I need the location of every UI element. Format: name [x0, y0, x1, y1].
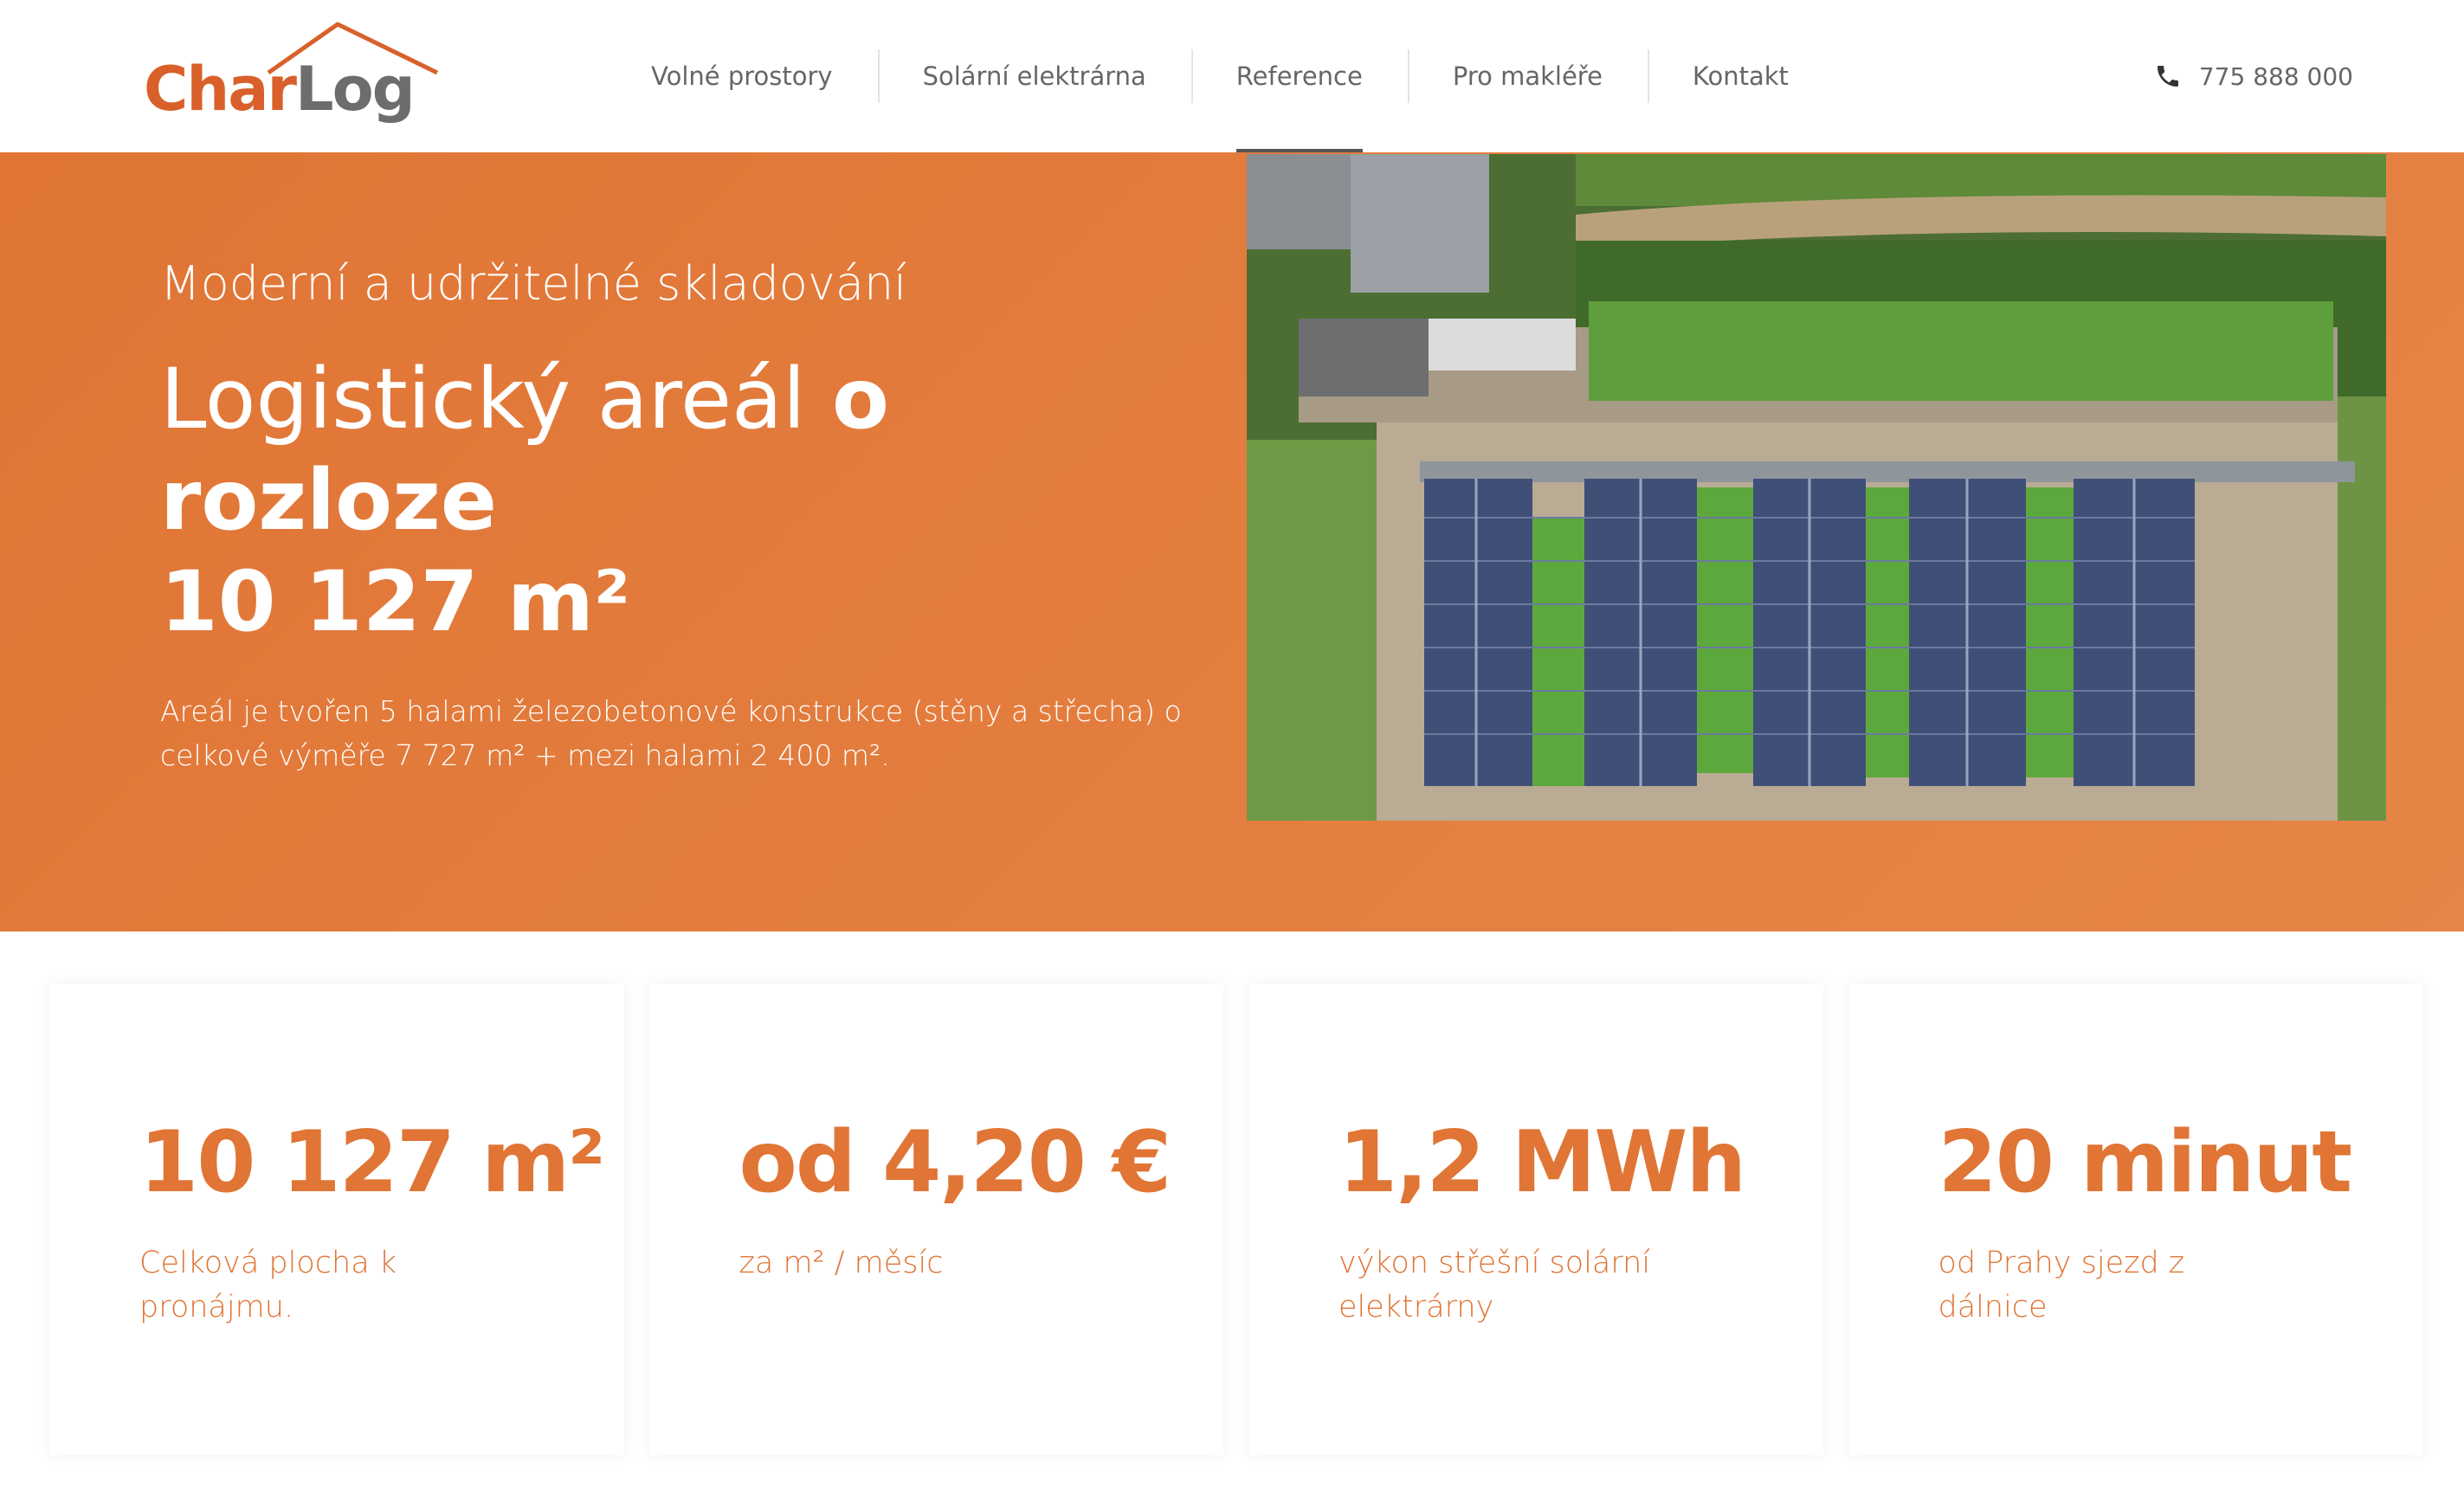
- main-nav: Volné prostory Solární elektrárna Refere…: [606, 0, 1834, 152]
- hero-title-area: 10 127 m²: [160, 553, 630, 651]
- hero-title-regular: Logistický areál: [160, 350, 833, 448]
- logo-wordmark: CharLog: [144, 59, 416, 119]
- stats-section: 10 127 m² Celková plocha k pronájmu. od …: [50, 983, 2422, 1455]
- logo-log: Log: [294, 54, 416, 125]
- charlog-logo[interactable]: CharLog: [139, 19, 442, 140]
- stat-label: od Prahy sjezd z dálnice: [1938, 1246, 2185, 1325]
- stat-label: za m² / měsíc: [739, 1246, 944, 1280]
- logo-char: Char: [144, 54, 297, 125]
- stat-label: Celková plocha k pronájmu.: [139, 1246, 397, 1325]
- aerial-photo-solar-halls: [1247, 154, 2386, 821]
- phone-link[interactable]: 775 888 000: [2154, 0, 2353, 152]
- phone-icon: [2157, 66, 2178, 87]
- hero-kicker: Moderní a udržitelné skladování: [160, 256, 907, 311]
- stat-value: 20 minut: [1938, 1113, 2353, 1212]
- hero-section: Moderní a udržitelné skladování Logistic…: [0, 152, 2464, 931]
- stat-value: 10 127 m²: [139, 1113, 605, 1212]
- nav-reference[interactable]: Reference: [1190, 0, 1408, 152]
- stat-label: výkon střešní solární elektrárny: [1338, 1246, 1651, 1325]
- hero-text: Moderní a udržitelné skladování Logistic…: [160, 256, 1216, 777]
- stat-value: od 4,20 €: [739, 1113, 1172, 1212]
- hero-title: Logistický areál o rozloze 10 127 m²: [160, 349, 1216, 653]
- stat-card-price: od 4,20 € za m² / měsíc: [649, 983, 1223, 1455]
- stat-value: 1,2 MWh: [1338, 1113, 1746, 1212]
- nav-pro-maklere[interactable]: Pro makléře: [1407, 0, 1648, 152]
- stat-card-distance: 20 minut od Prahy sjezd z dálnice: [1848, 983, 2422, 1455]
- hero-description: Areál je tvořen 5 halami železobetonové …: [160, 694, 1182, 773]
- nav-solarni-elektrarna[interactable]: Solární elektrárna: [877, 0, 1191, 152]
- nav-volne-prostory[interactable]: Volné prostory: [606, 0, 878, 152]
- aerial-photo-illustration: [1247, 154, 2386, 821]
- nav-kontakt[interactable]: Kontakt: [1647, 0, 1834, 152]
- site-header: CharLog Volné prostory Solární elektrárn…: [0, 0, 2464, 152]
- stat-card-area: 10 127 m² Celková plocha k pronájmu.: [50, 983, 624, 1455]
- stat-card-power: 1,2 MWh výkon střešní solární elektrárny: [1249, 983, 1823, 1455]
- phone-number: 775 888 000: [2198, 61, 2353, 91]
